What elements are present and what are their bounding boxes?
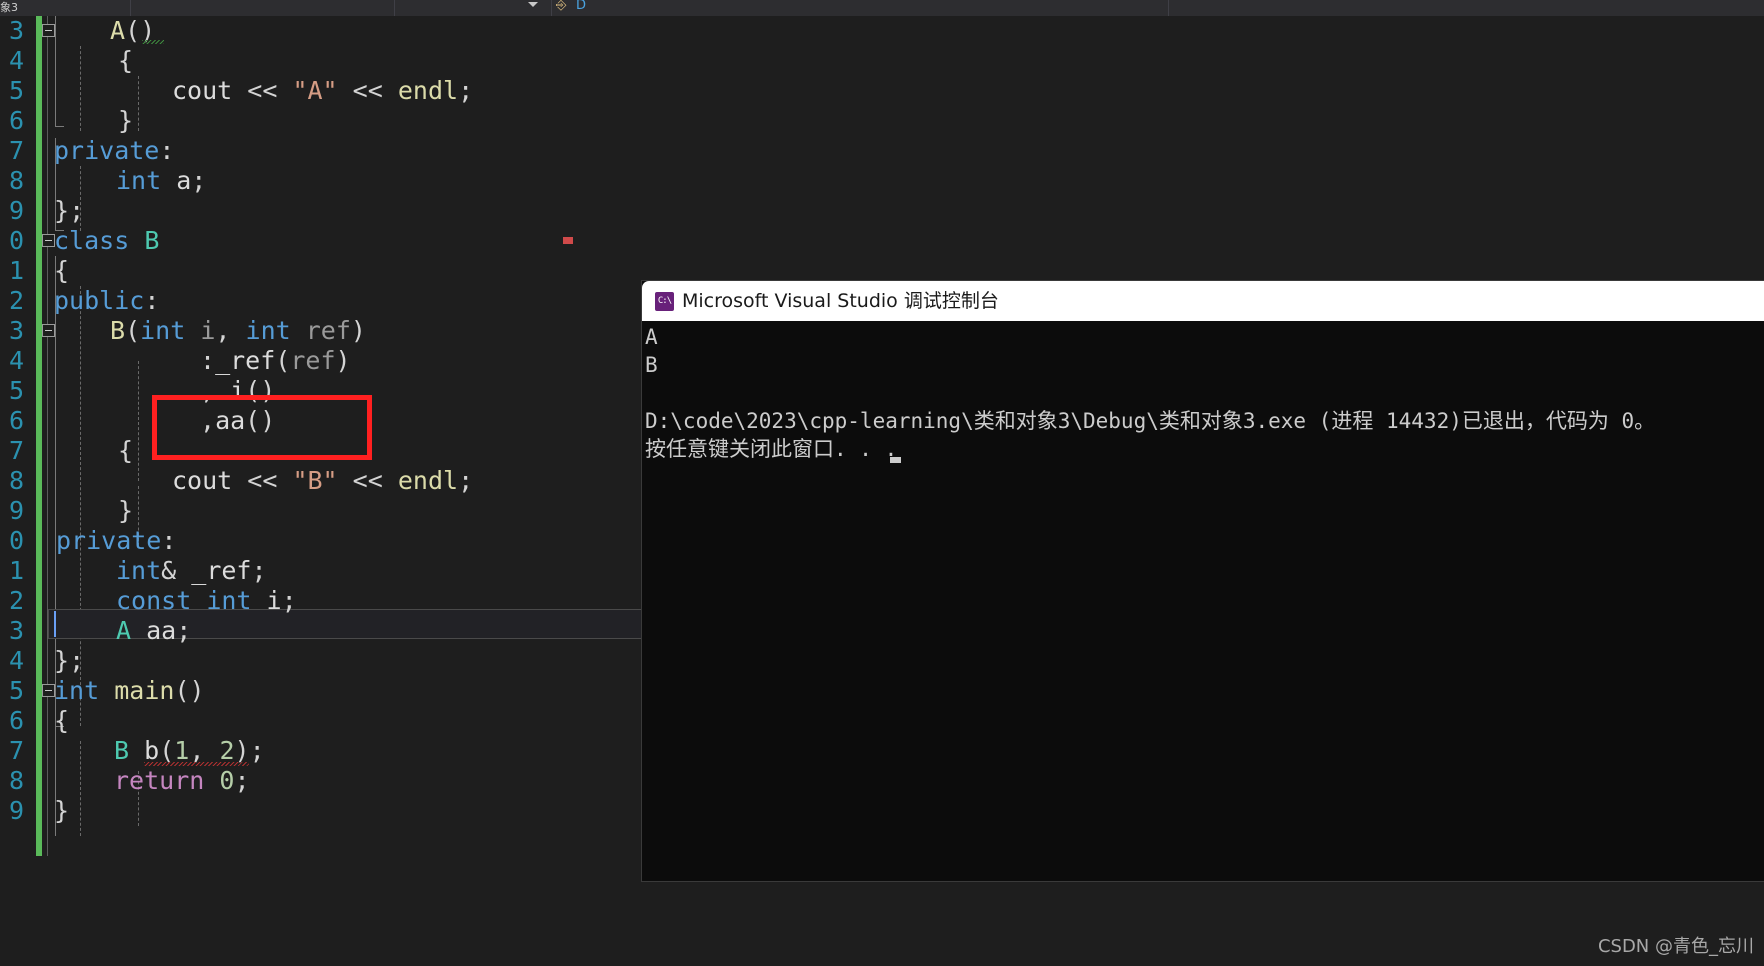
line-number: 5 <box>8 676 24 705</box>
toolbar-divider <box>1168 0 1169 16</box>
line-number: 7 <box>8 736 24 765</box>
line-number: 3 <box>8 616 24 645</box>
line-number: 4 <box>8 346 24 375</box>
line-number-gutter: 3 4 5 6 7 8 9 0 1 2 3 4 5 6 7 8 9 0 1 2 … <box>0 16 30 966</box>
code-line[interactable]: A() <box>30 16 1764 46</box>
console-line: 按任意键关闭此窗口. . . <box>645 437 898 461</box>
line-number: 6 <box>8 706 24 735</box>
line-number: 2 <box>8 286 24 315</box>
pointer-icon: ⎆ <box>556 0 567 13</box>
code-line[interactable]: { <box>30 46 1764 76</box>
line-number: 4 <box>8 646 24 675</box>
console-app-icon: C:\ <box>655 292 674 311</box>
vs-toolbar: 象3 ⎆ D <box>0 0 1764 16</box>
toolbar-divider <box>551 0 552 16</box>
line-number: 9 <box>8 496 24 525</box>
toolbar-glyph: D <box>576 0 587 13</box>
toolbar-divider <box>130 0 131 16</box>
code-line[interactable]: } <box>30 106 1764 136</box>
toolbar-divider <box>394 0 395 16</box>
line-number: 5 <box>8 376 24 405</box>
line-number: 3 <box>8 316 24 345</box>
console-line: D:\code\2023\cpp-learning\类和对象3\Debug\类和… <box>645 409 1656 433</box>
chevron-down-icon[interactable] <box>528 2 538 7</box>
line-number: 8 <box>8 166 24 195</box>
line-number: 6 <box>8 106 24 135</box>
console-title-bar[interactable]: C:\ Microsoft Visual Studio 调试控制台 <box>642 281 1764 321</box>
console-line: B <box>645 353 658 377</box>
line-number: 6 <box>8 406 24 435</box>
console-title-text: Microsoft Visual Studio 调试控制台 <box>682 290 999 312</box>
line-number: 1 <box>8 556 24 585</box>
line-number: 0 <box>8 226 24 255</box>
line-number: 8 <box>8 766 24 795</box>
debug-console-window[interactable]: C:\ Microsoft Visual Studio 调试控制台 A B D:… <box>642 281 1764 881</box>
line-number: 8 <box>8 466 24 495</box>
console-output-area[interactable]: A B D:\code\2023\cpp-learning\类和对象3\Debu… <box>642 321 1764 881</box>
code-line[interactable]: }; <box>30 196 1764 226</box>
line-number: 7 <box>8 136 24 165</box>
line-number: 2 <box>8 586 24 615</box>
line-number: 1 <box>8 256 24 285</box>
line-number: 7 <box>8 436 24 465</box>
annotation-rectangle <box>152 395 372 460</box>
green-squiggle <box>142 40 164 44</box>
code-line[interactable]: int a; <box>30 166 1764 196</box>
console-line: A <box>645 325 658 349</box>
line-number: 9 <box>8 796 24 825</box>
code-line[interactable]: private: <box>30 136 1764 166</box>
console-cursor <box>890 457 901 463</box>
line-number: 4 <box>8 46 24 75</box>
line-number: 3 <box>8 16 24 45</box>
line-number: 9 <box>8 196 24 225</box>
code-line[interactable]: cout << "A" << endl; <box>30 76 1764 106</box>
watermark: CSDN @青色_忘川 <box>1597 936 1754 957</box>
toolbar-left-fragment: 象3 <box>0 1 18 14</box>
code-line[interactable]: class B <box>30 226 1764 256</box>
line-number: 0 <box>8 526 24 555</box>
line-number: 5 <box>8 76 24 105</box>
